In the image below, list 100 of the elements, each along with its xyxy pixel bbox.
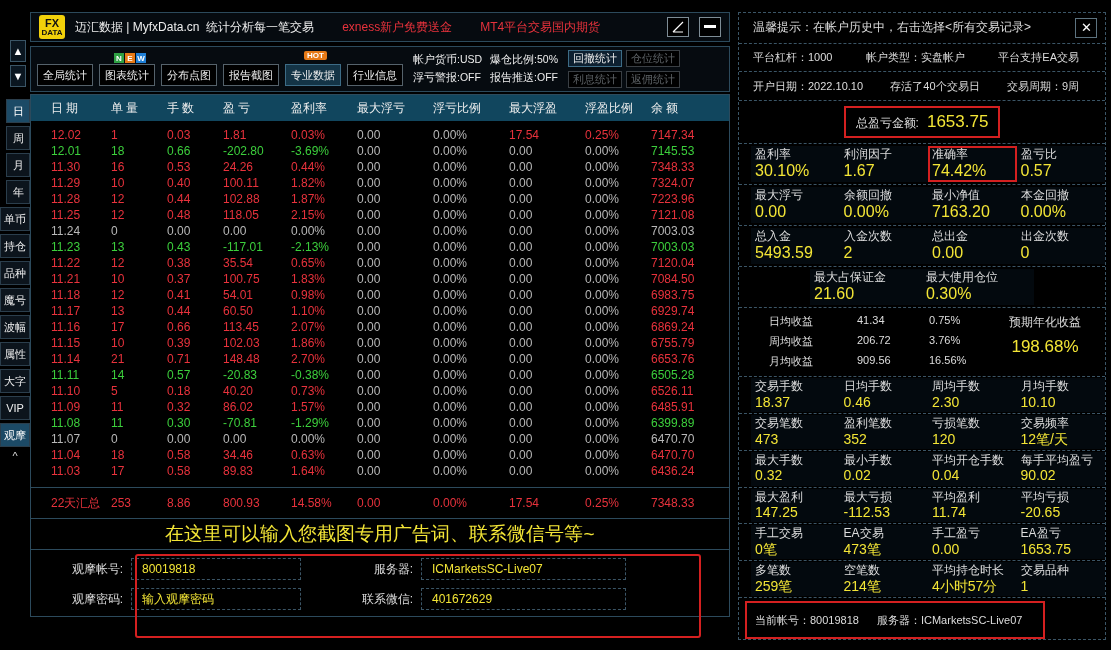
side-nav-tab[interactable]: 日 <box>6 99 30 123</box>
table-cell-text: 11.16 <box>51 319 82 335</box>
table-cell-text: 6470.70 <box>651 431 696 447</box>
table-cell-text: 5 <box>111 383 119 399</box>
side-nav-tab[interactable]: 属性 <box>0 342 30 366</box>
stat-label: 交易频率 <box>1020 416 1070 431</box>
table-cell-text: 0.00% <box>585 255 621 271</box>
stat-value: 12笔/天 <box>1020 430 1069 447</box>
table-cell-text: 1 <box>111 127 119 143</box>
toolbar-tab[interactable]: 全局统计 <box>37 64 93 86</box>
stat-value: 120 <box>932 430 957 447</box>
input-field[interactable]: 80019818 <box>131 558 301 580</box>
stat-label: 总出金 <box>932 230 969 244</box>
table-cell-text: 1.64% <box>291 463 327 479</box>
ad-link[interactable]: MT4平台交易国内期货 <box>480 18 601 36</box>
stats-button[interactable]: 回撤统计 <box>568 50 623 67</box>
angle-button[interactable] <box>667 17 689 37</box>
table-cell-text: 0.00% <box>585 431 621 447</box>
collapse-button[interactable]: ^ <box>0 450 30 462</box>
side-nav-tab[interactable]: 持仓 <box>0 234 30 258</box>
stat-label: 周均手数 <box>932 379 981 394</box>
stat-value: 0.02 <box>843 467 872 484</box>
table-cell-text: 17 <box>111 319 126 335</box>
table-cell-text: 0.73% <box>291 383 327 399</box>
stat-value: 1 <box>1020 578 1030 595</box>
table-cell-text: 89.83 <box>223 463 255 479</box>
table-cell-text: 0.71 <box>167 351 192 367</box>
table-cell-text: 118.05 <box>223 207 260 223</box>
table-cell-text: 0.65% <box>291 255 327 271</box>
side-nav-tab[interactable]: 观摩 <box>0 423 30 447</box>
input-field[interactable]: ICMarketsSC-Live07 <box>421 558 626 580</box>
stat-value: 0.30% <box>926 285 973 304</box>
stat-value: 11.74 <box>932 504 967 521</box>
table-cell-text: 11.30 <box>51 159 82 175</box>
table-cell-text: 6869.24 <box>651 319 696 335</box>
table-cell-text: 1.81 <box>223 127 248 143</box>
table-cell-text: 0.00% <box>433 207 469 223</box>
table-cell-text: 0.00 <box>509 415 534 431</box>
table-cell-text: 0 <box>111 223 119 239</box>
close-button[interactable]: ✕ <box>1075 17 1097 38</box>
table-cell-text: 0.00% <box>585 383 621 399</box>
table-cell-text: 11.18 <box>51 287 82 303</box>
table-cell-text: 0.03 <box>167 127 192 143</box>
table-cell-text: 0.00% <box>585 175 621 191</box>
table-cell-text: 0.00 <box>357 319 382 335</box>
table-cell-text: 7348.33 <box>651 159 696 175</box>
table-cell-text: 7084.50 <box>651 271 696 287</box>
stat-value: 2 <box>843 243 854 263</box>
table-cell-text: 0.00% <box>433 399 469 415</box>
table-cell-text: 0.00% <box>433 127 469 143</box>
table-cell-text: 0.44% <box>291 159 327 175</box>
toolbar-tab[interactable]: 行业信息 <box>347 64 403 86</box>
table-cell-text: 0.00 <box>509 447 534 463</box>
toolbar-tab[interactable]: 分布点图 <box>161 64 217 86</box>
account-detail: 平台杠杆：1000 <box>753 50 833 66</box>
stat-label: 最大亏损 <box>843 490 893 505</box>
stat-value: -20.65 <box>1020 504 1062 521</box>
table-cell-text: 0.00% <box>433 415 469 431</box>
table-cell-text: 0.00 <box>357 223 382 239</box>
input-field[interactable]: 输入观摩密码 <box>131 588 301 610</box>
side-nav-tab[interactable]: 周 <box>6 126 30 150</box>
side-nav-tab[interactable]: 年 <box>6 180 30 204</box>
ad-link[interactable]: exness新户免费送金 <box>342 18 453 36</box>
side-nav-tab[interactable]: 魔号 <box>0 288 30 312</box>
account-info: 浮亏警报:OFF <box>413 71 482 85</box>
side-nav-tab[interactable]: 单币 <box>0 207 30 231</box>
toolbar-tab[interactable]: 报告截图 <box>223 64 279 86</box>
stat-label: 交易手数 <box>755 379 804 394</box>
table-cell-text: 0.00% <box>585 319 621 335</box>
side-nav-tab[interactable]: VIP <box>0 396 30 420</box>
table-cell-text: 0.00 <box>223 431 248 447</box>
table-cell-text: 2.07% <box>291 319 327 335</box>
table-cell-text: 21 <box>111 351 126 367</box>
minimize-button[interactable] <box>699 17 721 37</box>
table-cell-text: 11.24 <box>51 223 82 239</box>
side-nav-tab[interactable]: 品种 <box>0 261 30 285</box>
table-cell-text: 0.00% <box>433 239 469 255</box>
stat-value: 7163.20 <box>932 202 991 222</box>
table-cell-text: 0.00% <box>433 223 469 239</box>
table-cell-text: 0.00% <box>433 463 469 479</box>
table-cell-text: 0.00 <box>357 207 382 223</box>
stat-label: 平均开仓手数 <box>932 453 1005 468</box>
table-cell-text: 0.00% <box>585 207 621 223</box>
stat-label: 本金回撤 <box>1020 188 1070 203</box>
stat-label: 最大浮亏 <box>755 188 804 203</box>
account-detail: 平台支持EA交易 <box>998 50 1079 66</box>
table-cell-text: 0.44 <box>167 191 192 207</box>
stat-label: 盈利笔数 <box>843 416 893 431</box>
side-nav-tab[interactable]: 波幅 <box>0 315 30 339</box>
side-nav-tab[interactable]: 月 <box>6 153 30 177</box>
total-cell-text: 14.58% <box>291 496 333 510</box>
table-cell-text: 0.43 <box>167 239 192 255</box>
table-cell-text: 0.00 <box>357 159 382 175</box>
table-cell-text: 0.00% <box>585 271 621 287</box>
scroll-up-button[interactable]: ▲ <box>10 40 26 62</box>
input-field[interactable]: 401672629 <box>421 588 626 610</box>
stat-label: 最大占保证金 <box>814 271 887 286</box>
side-nav-tab[interactable]: 大字 <box>0 369 30 393</box>
table-cell-text: 7121.08 <box>651 207 696 223</box>
scroll-down-button[interactable]: ▼ <box>10 65 26 87</box>
